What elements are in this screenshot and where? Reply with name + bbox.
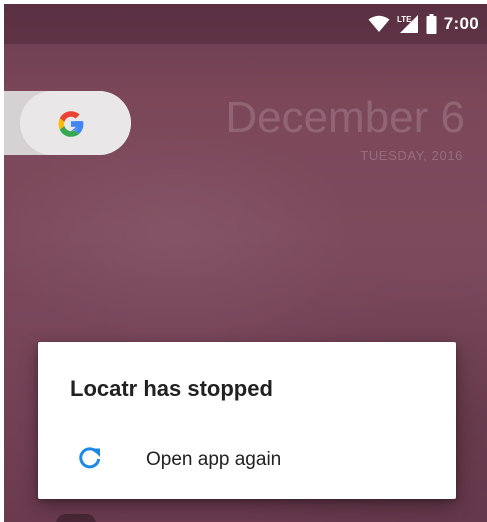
lte-signal-icon: LTE (397, 15, 418, 33)
google-search-widget[interactable] (4, 91, 131, 155)
battery-icon (426, 14, 437, 34)
dock-app-icon (56, 514, 96, 522)
status-clock: 7:00 (443, 14, 479, 33)
open-app-again-label: Open app again (146, 449, 282, 470)
app-stopped-dialog: Locatr has stopped Open app again (38, 342, 456, 499)
reload-icon (79, 447, 101, 469)
status-icons: LTE 7:00 (368, 13, 479, 35)
date-widget[interactable]: December 6 (225, 93, 465, 143)
status-bar: LTE 7:00 (4, 4, 487, 44)
wifi-icon (368, 15, 390, 32)
home-screen: LTE 7:00 December 6 TUESDAY, 2016 Locatr… (4, 4, 487, 522)
open-app-again-button[interactable]: Open app again (38, 430, 456, 490)
google-g-icon (58, 111, 84, 137)
lte-badge: LTE (397, 15, 412, 24)
day-label: TUESDAY, 2016 (360, 148, 463, 163)
dialog-title: Locatr has stopped (70, 376, 273, 401)
